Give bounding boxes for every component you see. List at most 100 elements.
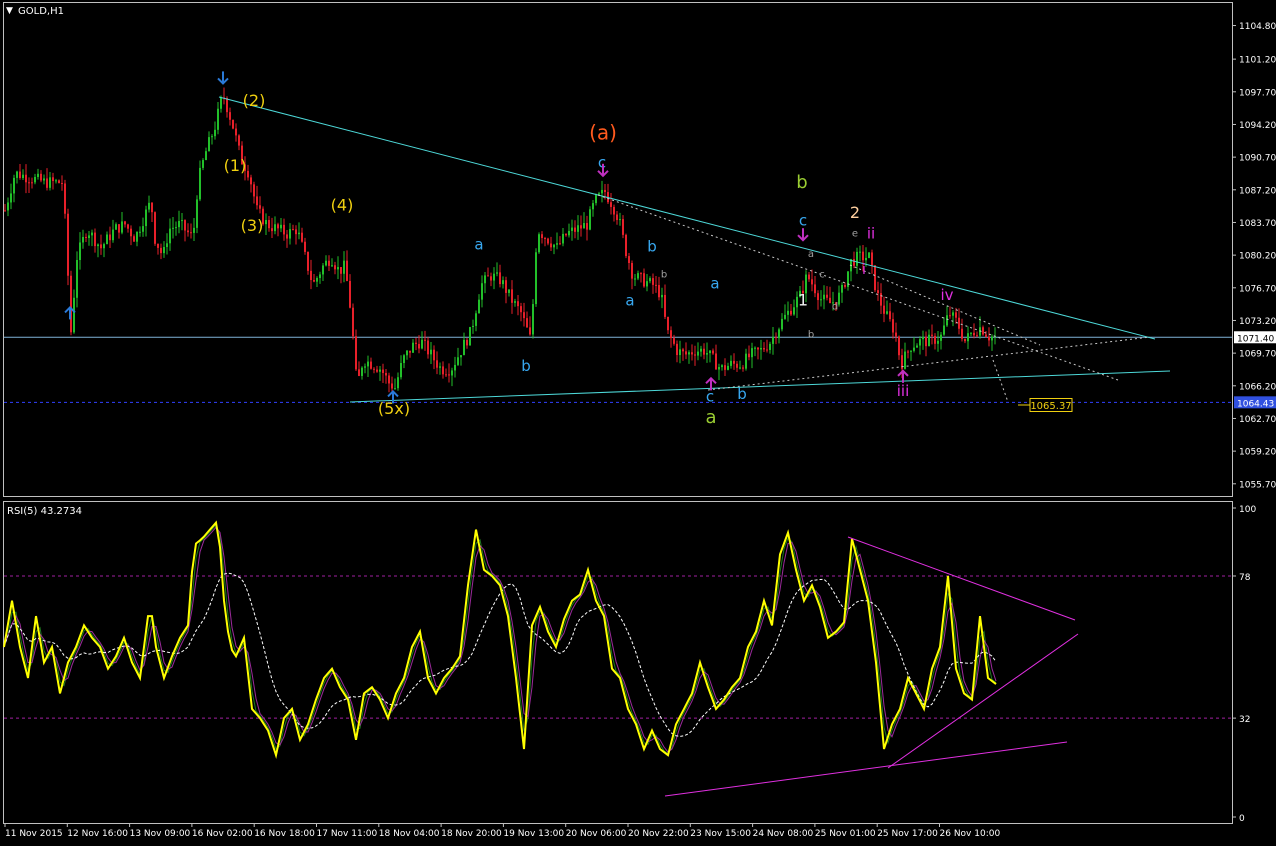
candle-body <box>577 225 579 232</box>
candle-body <box>295 229 297 235</box>
candle-body <box>61 182 63 184</box>
candle-body <box>676 343 678 356</box>
lower-trendline[interactable] <box>349 370 1171 403</box>
candle-body <box>157 243 159 248</box>
time-tick-label: 24 Nov 08:00 <box>753 829 814 839</box>
candle-body <box>712 350 714 354</box>
candle-body <box>448 374 450 376</box>
candle-body <box>358 369 360 376</box>
candle-body <box>724 365 726 370</box>
chart-symbol-icon[interactable]: ▼ <box>6 6 13 16</box>
candle-body <box>400 363 402 378</box>
annotation-box-text: 1065.37 <box>1030 401 1071 412</box>
candle-body <box>91 232 93 236</box>
candle-body <box>952 312 954 316</box>
candle-body <box>658 285 660 298</box>
candle-body <box>127 224 129 229</box>
candle-body <box>895 332 897 337</box>
candle-body <box>475 313 477 326</box>
candle-body <box>430 349 432 355</box>
candle-body <box>706 353 708 355</box>
candle-body <box>925 336 927 347</box>
candle-body <box>268 220 270 229</box>
candle-body <box>814 284 816 294</box>
candle-body <box>187 230 189 233</box>
candle-body <box>382 369 384 374</box>
rsi-trend-upper[interactable] <box>847 536 1076 621</box>
candle-body <box>10 193 12 203</box>
price-tick-label: 1062.70 <box>1239 415 1276 425</box>
candle-body <box>625 234 627 257</box>
candle-body <box>181 220 183 222</box>
time-tick-label: 26 Nov 10:00 <box>940 829 1001 839</box>
candle-body <box>682 349 684 352</box>
candle-body <box>172 227 174 229</box>
candle-body <box>424 339 426 341</box>
candle-body <box>958 317 960 329</box>
time-tick-label: 16 Nov 18:00 <box>254 829 315 839</box>
price-tick-label: 1087.20 <box>1239 186 1276 196</box>
candle-body <box>88 235 90 239</box>
candle-body <box>436 360 438 368</box>
candle-body <box>43 178 45 181</box>
candle-body <box>478 299 480 314</box>
wave-label: c <box>799 211 807 229</box>
candle-body <box>931 334 933 336</box>
rsi-axis: 100 78 32 0 <box>1232 505 1256 824</box>
candle-body <box>730 360 732 366</box>
time-tick-label: 25 Nov 01:00 <box>815 829 876 839</box>
wave-label: (3) <box>241 216 264 235</box>
candle-body <box>772 337 774 344</box>
candle-body <box>541 234 543 239</box>
candle-body <box>838 292 840 305</box>
candle-body <box>502 280 504 285</box>
time-tick-label: 18 Nov 20:00 <box>441 829 502 839</box>
candle-body <box>457 357 459 365</box>
price-axis[interactable]: 1104.80 1101.20 1097.70 1094.20 1090.70 1087.… <box>1232 22 1276 490</box>
candle-body <box>184 220 186 231</box>
time-axis[interactable]: 11 Nov 2015 12 Nov 16:00 13 Nov 09:00 16 No… <box>4 823 1001 839</box>
candle-body <box>655 284 657 286</box>
candle-body <box>220 97 222 109</box>
candle-body <box>307 251 309 271</box>
wave-label: b <box>521 357 531 375</box>
candle-body <box>991 336 993 341</box>
candle-body <box>454 364 456 371</box>
candle-body <box>112 229 114 241</box>
candle-body <box>238 135 240 146</box>
candle-body <box>232 119 234 129</box>
candle-body <box>370 361 372 369</box>
price-tick-label: 1076.70 <box>1239 284 1276 294</box>
rsi-trend-lower[interactable] <box>664 741 1068 797</box>
candle-body <box>667 316 669 331</box>
candle-body <box>910 350 912 352</box>
candle-body <box>700 348 702 352</box>
candle-body <box>538 234 540 253</box>
candle-body <box>199 167 201 200</box>
annotation-box[interactable]: 1065.37 <box>1029 398 1073 413</box>
wave-label: (a) <box>589 120 617 144</box>
candle-body <box>583 223 585 229</box>
candle-body <box>985 334 987 337</box>
candle-body <box>544 238 546 240</box>
candle-body <box>151 202 153 213</box>
candle-body <box>550 243 552 248</box>
candle-body <box>526 318 528 328</box>
candle-body <box>175 227 177 229</box>
candle-body <box>595 194 597 204</box>
candle-body <box>163 247 165 254</box>
upper-trendline[interactable] <box>218 96 1156 340</box>
candle-body <box>346 260 348 281</box>
candle-body <box>73 297 75 333</box>
chart-symbol-label: GOLD,H1 <box>18 6 64 17</box>
candle-body <box>352 307 354 337</box>
candle-body <box>568 230 570 236</box>
time-tick-label: 12 Nov 16:00 <box>67 829 128 839</box>
rsi-trend-apex[interactable] <box>887 633 1079 769</box>
candle-body <box>547 238 549 244</box>
candle-body <box>649 278 651 282</box>
rsi-tick-label: 100 <box>1239 505 1256 515</box>
chart-window[interactable]: (2) (1) (3) (4) (5x) (a) c a b b a a c b a b c 1 2 ii i iv iii… <box>0 0 1276 842</box>
candle-body <box>898 336 900 356</box>
price-tick-label: 1097.70 <box>1239 88 1276 98</box>
